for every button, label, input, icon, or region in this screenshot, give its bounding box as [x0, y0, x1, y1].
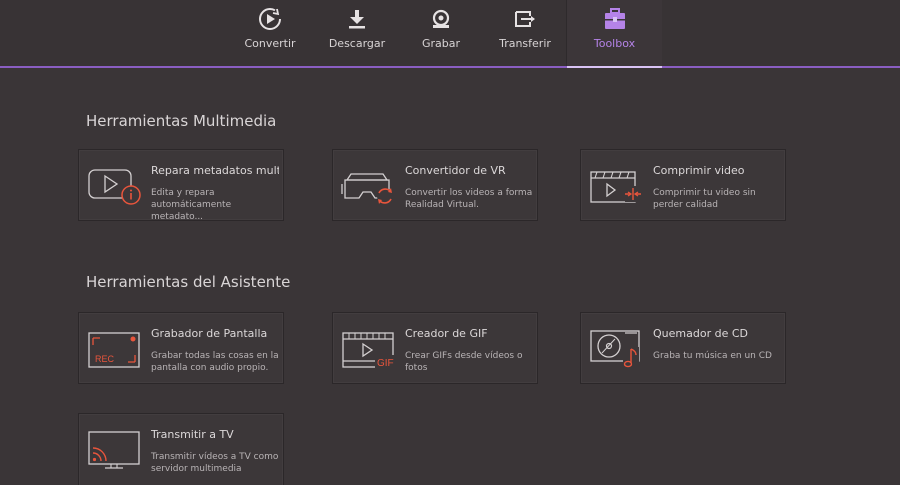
fix-metadata-icon: [87, 162, 143, 208]
compress-video-icon: [589, 162, 645, 208]
rec-badge: REC: [95, 354, 115, 364]
top-navigation: Convertir Descargar Grabar Transferir To…: [0, 0, 900, 68]
tab-grabar[interactable]: Grabar: [416, 0, 466, 66]
tab-transferir[interactable]: Transferir: [498, 0, 552, 66]
tool-card-gif-maker[interactable]: GIF Creador de GIF Crear GIFs desde víde…: [332, 312, 538, 384]
tool-description: Transmitir vídeos a TV como servidor mul…: [151, 452, 279, 474]
tool-title: Transmitir a TV: [151, 428, 234, 441]
tool-title: Convertidor de VR: [405, 164, 506, 177]
tool-card-vr-converter[interactable]: Convertidor de VR Convertir los videos a…: [332, 149, 538, 221]
tool-title: Repara metadatos mult...: [151, 164, 279, 177]
tool-card-compress-video[interactable]: Comprimir video Comprimir tu video sin p…: [580, 149, 786, 221]
tool-title: Comprimir video: [653, 164, 745, 177]
tool-description: Edita y repara automáticamente metadato.…: [151, 188, 232, 222]
tool-title: Grabador de Pantalla: [151, 327, 268, 340]
convert-icon: [257, 6, 283, 32]
vr-converter-icon: [341, 162, 397, 208]
tab-label: Descargar: [328, 37, 386, 50]
tab-toolbox[interactable]: Toolbox: [567, 0, 662, 68]
gif-badge: GIF: [377, 358, 394, 369]
tool-card-cast-to-tv[interactable]: Transmitir a TV Transmitir vídeos a TV c…: [78, 413, 284, 485]
tab-label: Convertir: [244, 37, 296, 50]
screen-recorder-icon: REC: [87, 325, 143, 371]
tool-title: Quemador de CD: [653, 327, 748, 340]
tab-label: Transferir: [499, 37, 551, 50]
tool-description: Comprimir tu video sin perder calidad: [653, 188, 756, 210]
toolbox-icon: [603, 6, 627, 32]
tool-card-fix-metadata[interactable]: Repara metadatos mult... Edita y repara …: [78, 149, 284, 222]
tool-description: Grabar todas las cosas en la pantalla co…: [151, 351, 279, 373]
tool-description: Crear GIFs desde vídeos o fotos: [405, 351, 523, 373]
tab-label: Toolbox: [593, 37, 636, 50]
tool-title: Creador de GIF: [405, 327, 488, 340]
section-title-assistant: Herramientas del Asistente: [86, 273, 291, 291]
tab-label: Grabar: [421, 37, 461, 50]
tab-descargar[interactable]: Descargar: [326, 0, 388, 66]
transfer-icon: [513, 6, 537, 32]
download-icon: [346, 6, 368, 32]
cd-burner-icon: [589, 325, 645, 371]
cast-to-tv-icon: [87, 426, 143, 472]
tool-card-screen-recorder[interactable]: REC Grabador de Pantalla Grabar todas la…: [78, 312, 284, 384]
tool-card-cd-burner[interactable]: Quemador de CD Graba tu música en un CD: [580, 312, 786, 384]
tool-description: Graba tu música en un CD: [653, 351, 772, 361]
section-title-multimedia: Herramientas Multimedia: [86, 112, 277, 130]
tab-convertir[interactable]: Convertir: [238, 0, 302, 66]
burn-icon: [430, 6, 452, 32]
tool-description: Convertir los videos a forma Realidad Vi…: [405, 188, 533, 210]
gif-maker-icon: GIF: [341, 325, 397, 371]
